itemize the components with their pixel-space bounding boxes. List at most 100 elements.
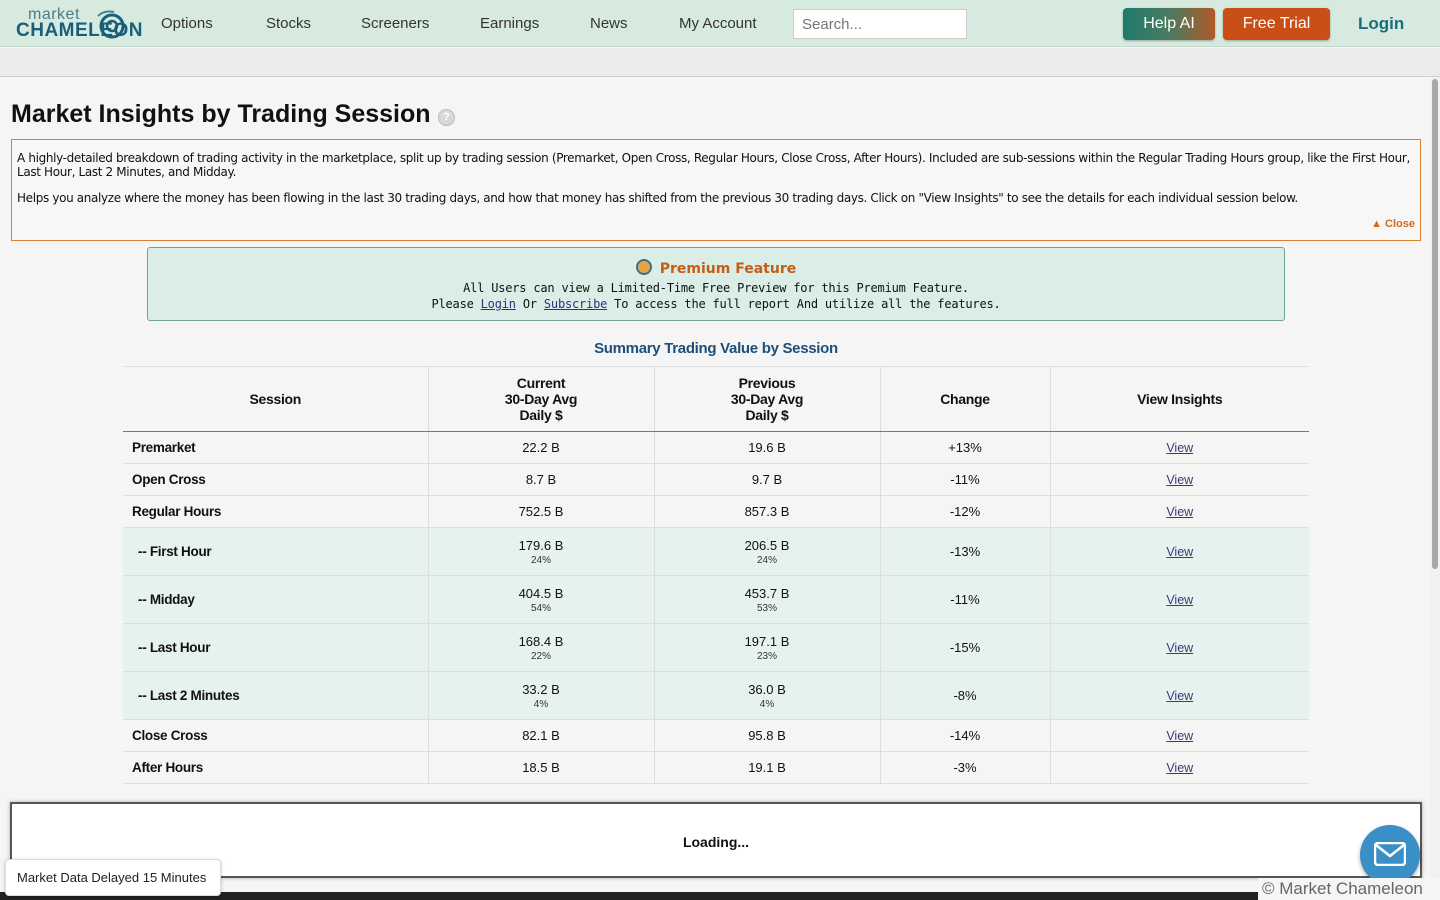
session-name: -- Last Hour <box>123 623 428 672</box>
description-text-1: A highly-detailed breakdown of trading a… <box>17 151 1410 179</box>
login-link[interactable]: Login <box>1358 14 1404 34</box>
session-name: Premarket <box>123 431 428 464</box>
view-insights-link[interactable]: View <box>1166 593 1193 607</box>
current-value-cell: 404.5 B 54% <box>427 575 654 624</box>
session-summary-table: Session Current 30-Day Avg Daily $ Previ… <box>123 366 1309 784</box>
view-cell: View <box>1049 719 1309 752</box>
nav-screeners[interactable]: Screeners <box>361 15 429 32</box>
premium-login-link[interactable]: Login <box>481 297 516 311</box>
description-panel: A highly-detailed breakdown of trading a… <box>11 139 1421 241</box>
top-nav-bar: market CHAMELEON Options Stocks Screener… <box>0 0 1440 47</box>
view-insights-link[interactable]: View <box>1166 641 1193 655</box>
current-value: 168.4 B <box>518 633 564 649</box>
message-chat-button[interactable] <box>1360 825 1420 885</box>
previous-value: 453.7 B <box>744 585 790 601</box>
view-insights-link[interactable]: View <box>1166 545 1193 559</box>
current-value: 33.2 B <box>522 681 560 697</box>
change-value: -13% <box>879 527 1050 576</box>
current-percent: 22% <box>530 650 551 662</box>
session-name: -- Midday <box>123 575 428 624</box>
view-cell: View <box>1049 495 1309 528</box>
sub-nav-bar <box>0 48 1440 77</box>
search-input[interactable] <box>793 9 967 39</box>
nav-news[interactable]: News <box>590 15 628 32</box>
view-cell: View <box>1049 527 1309 576</box>
premium-subscribe-link[interactable]: Subscribe <box>544 297 607 311</box>
header-previous-line-3: Daily $ <box>745 407 789 423</box>
previous-percent: 53% <box>756 602 777 614</box>
header-current-line-2: 30-Day Avg <box>504 391 578 407</box>
view-cell: View <box>1049 751 1309 784</box>
site-logo[interactable]: market CHAMELEON <box>16 6 142 42</box>
previous-value: 19.1 B <box>653 751 880 784</box>
view-insights-link[interactable]: View <box>1166 689 1193 703</box>
previous-value: 95.8 B <box>653 719 880 752</box>
change-value: -11% <box>879 463 1050 496</box>
previous-value-cell: 197.1 B 23% <box>653 623 880 672</box>
previous-value: 36.0 B <box>748 681 786 697</box>
current-value-cell: 179.6 B 24% <box>427 527 654 576</box>
change-value: -15% <box>879 623 1050 672</box>
view-insights-link[interactable]: View <box>1166 729 1193 743</box>
current-value-cell: 33.2 B 4% <box>427 671 654 720</box>
header-change: Change <box>879 366 1050 432</box>
premium-line-1: All Users can view a Limited-Time Free P… <box>463 281 969 295</box>
premium-rest: To access the full report And utilize al… <box>614 297 1001 311</box>
loading-text: Loading... <box>682 834 750 850</box>
view-insights-link[interactable]: View <box>1166 505 1193 519</box>
free-trial-button[interactable]: Free Trial <box>1223 8 1330 40</box>
table-row: -- Last 2 Minutes 33.2 B 4% 36.0 B 4% -8% … <box>123 671 1309 720</box>
previous-value: 19.6 B <box>653 431 880 464</box>
view-cell: View <box>1049 575 1309 624</box>
description-text-2: Helps you analyze where the money has be… <box>17 191 1298 205</box>
view-insights-link[interactable]: View <box>1166 473 1193 487</box>
current-value: 404.5 B <box>518 585 564 601</box>
nav-my-account[interactable]: My Account <box>679 15 757 32</box>
change-value: -14% <box>879 719 1050 752</box>
view-cell: View <box>1049 623 1309 672</box>
market-data-delay-notice: Market Data Delayed 15 Minutes <box>5 859 221 896</box>
help-ai-button[interactable]: Help AI <box>1123 8 1215 40</box>
session-name: Regular Hours <box>123 495 428 528</box>
previous-value: 9.7 B <box>653 463 880 496</box>
session-name: -- First Hour <box>123 527 428 576</box>
table-row: -- Last Hour 168.4 B 22% 197.1 B 23% -15% … <box>123 623 1309 672</box>
change-value: -11% <box>879 575 1050 624</box>
session-name: -- Last 2 Minutes <box>123 671 428 720</box>
page-scrollbar[interactable] <box>1430 77 1440 900</box>
current-value: 752.5 B <box>427 495 654 528</box>
previous-value-cell: 453.7 B 53% <box>653 575 880 624</box>
view-insights-link[interactable]: View <box>1166 441 1193 455</box>
change-value: -12% <box>879 495 1050 528</box>
chameleon-spiral-icon <box>97 10 125 39</box>
help-question-icon[interactable]: ? <box>438 109 455 126</box>
view-insights-link[interactable]: View <box>1166 761 1193 775</box>
current-value: 179.6 B <box>518 537 564 553</box>
change-value: -8% <box>879 671 1050 720</box>
table-row: Premarket 22.2 B 19.6 B +13% View <box>123 431 1309 464</box>
current-value: 22.2 B <box>427 431 654 464</box>
table-row: -- Midday 404.5 B 54% 453.7 B 53% -11% Vie… <box>123 575 1309 624</box>
nav-stocks[interactable]: Stocks <box>266 15 311 32</box>
scrollbar-thumb[interactable] <box>1432 79 1438 569</box>
header-previous-line-1: Previous <box>738 375 796 391</box>
table-row: Open Cross 8.7 B 9.7 B -11% View <box>123 463 1309 496</box>
current-value: 18.5 B <box>427 751 654 784</box>
nav-earnings[interactable]: Earnings <box>480 15 539 32</box>
table-title: Summary Trading Value by Session <box>594 340 838 357</box>
table-header-row: Session Current 30-Day Avg Daily $ Previ… <box>123 366 1309 432</box>
view-cell: View <box>1049 671 1309 720</box>
view-cell: View <box>1049 463 1309 496</box>
header-current-line-1: Current <box>516 375 566 391</box>
previous-value-cell: 206.5 B 24% <box>653 527 880 576</box>
premium-or: Or <box>522 297 537 311</box>
premium-badge-icon <box>635 259 652 275</box>
close-description-button[interactable]: ▲ Close <box>1371 218 1415 230</box>
previous-value: 857.3 B <box>653 495 880 528</box>
change-value: -3% <box>879 751 1050 784</box>
header-previous: Previous 30-Day Avg Daily $ <box>653 366 880 432</box>
header-session: Session <box>123 366 428 432</box>
nav-options[interactable]: Options <box>161 15 213 32</box>
session-name: Close Cross <box>123 719 428 752</box>
premium-feature-notice: Premium Feature All Users can view a Lim… <box>147 247 1285 321</box>
